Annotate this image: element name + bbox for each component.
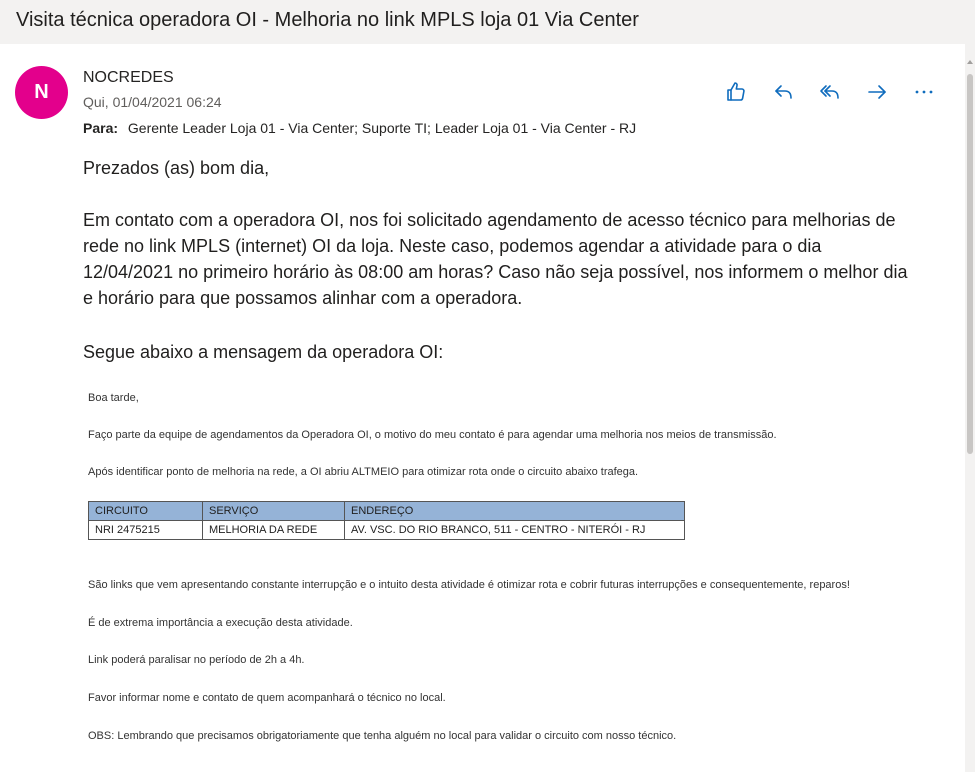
more-options-button[interactable] [910,79,938,105]
message-greeting: Prezados (as) bom dia, [83,158,270,178]
recipients-list[interactable]: Gerente Leader Loja 01 - Via Center; Sup… [128,120,636,136]
scrollbar-thumb[interactable] [967,74,973,454]
forward-icon [868,85,886,99]
avatar-initial: N [34,81,49,103]
embedded-text-line: Após identificar ponto de melhoria na re… [88,466,639,478]
message-intro: Segue abaixo a mensagem da operadora OI: [83,342,444,362]
cell-servico: MELHORIA DA REDE [202,520,345,540]
reply-button[interactable] [770,79,798,105]
table-row: NRI 2475215 MELHORIA DA REDE AV. VSC. DO… [88,520,685,540]
scroll-up-arrow-icon[interactable] [967,60,973,64]
vertical-scrollbar[interactable] [965,44,975,772]
more-options-icon [915,90,933,94]
embedded-text-line: É de extrema importância a execução dest… [88,617,353,629]
column-header-servico: SERVIÇO [202,501,345,521]
sender-avatar[interactable]: N [15,66,68,119]
circuit-table: CIRCUITO SERVIÇO ENDEREÇO NRI 2475215 ME… [88,501,685,540]
sent-date: Qui, 01/04/2021 06:24 [83,94,222,110]
embedded-greeting: Boa tarde, [88,392,139,404]
subject-bar: Visita técnica operadora OI - Melhoria n… [0,0,975,44]
email-subject: Visita técnica operadora OI - Melhoria n… [16,9,639,31]
embedded-text-line: Faço parte da equipe de agendamentos da … [88,429,777,441]
sender-name[interactable]: NOCREDES [83,69,174,87]
embedded-operator-message: Boa tarde, Faço parte da equipe de agend… [84,380,914,760]
embedded-text-line: Link poderá paralisar no período de 2h a… [88,654,305,666]
recipients-line: Para: Gerente Leader Loja 01 - Via Cente… [83,120,636,136]
column-header-endereco: ENDEREÇO [344,501,685,521]
embedded-text-line: São links que vem apresentando constante… [88,579,850,591]
reply-all-button[interactable] [816,79,844,105]
reply-icon [775,85,792,99]
like-icon [727,82,745,101]
cell-circuito: NRI 2475215 [88,520,203,540]
reply-all-icon [820,85,839,99]
recipients-label: Para: [83,120,119,136]
column-header-circuito: CIRCUITO [88,501,203,521]
cell-endereco: AV. VSC. DO RIO BRANCO, 511 - CENTRO - N… [344,520,685,540]
embedded-text-line: Favor informar nome e contato de quem ac… [88,692,446,704]
message-paragraph: Em contato com a operadora OI, nos foi s… [83,210,908,308]
forward-button[interactable] [863,79,891,105]
like-button[interactable] [722,79,750,105]
embedded-text-line: OBS: Lembrando que precisamos obrigatori… [88,730,677,742]
table-header-row: CIRCUITO SERVIÇO ENDEREÇO [88,501,685,521]
